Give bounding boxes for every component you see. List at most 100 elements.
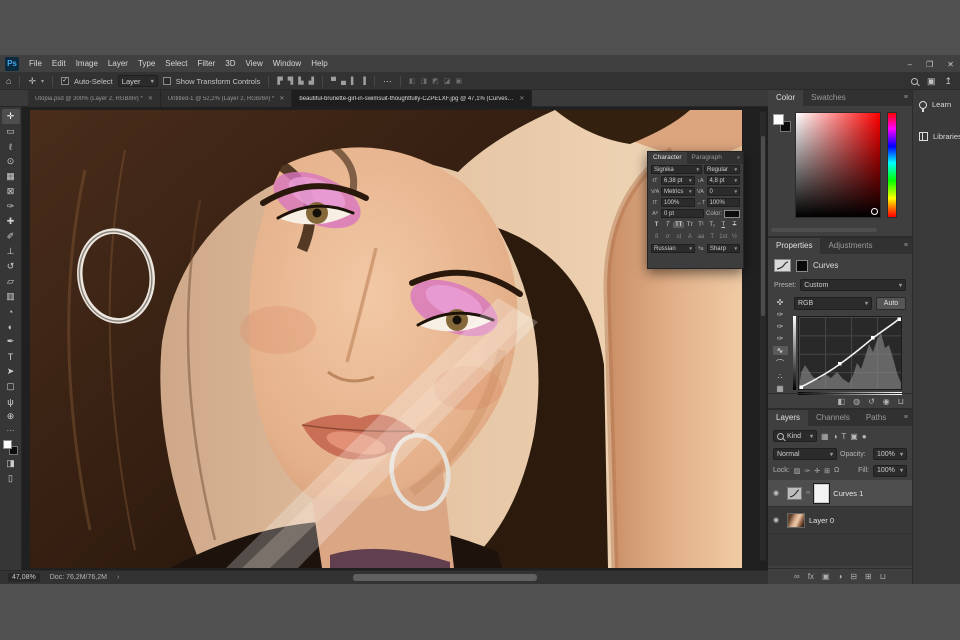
filter-pixel-layers-icon[interactable]: ▦: [821, 432, 829, 441]
curves-graph[interactable]: [798, 316, 902, 390]
delete-icon[interactable]: ⊔: [898, 397, 904, 406]
distribute-bottom-icon[interactable]: ▄: [341, 78, 346, 85]
auto-select-checkbox[interactable]: ✓: [61, 77, 69, 85]
tool-move[interactable]: ✛: [2, 109, 20, 124]
layer-mask-icon[interactable]: [796, 260, 808, 272]
filter-toggle-icon[interactable]: ●: [862, 432, 867, 441]
minimize-icon[interactable]: –: [908, 60, 912, 69]
kerning-field[interactable]: Metrics▾: [661, 187, 695, 196]
underline-button[interactable]: T: [718, 222, 729, 228]
titling-alternates-button[interactable]: T: [707, 234, 718, 240]
tool-hand[interactable]: ψ: [2, 394, 20, 409]
tool-brush[interactable]: ✐: [2, 229, 20, 244]
font-family-dropdown[interactable]: Signika▾: [651, 165, 702, 174]
menu-window[interactable]: Window: [268, 55, 306, 73]
lock-artboard-icon[interactable]: ⊞: [824, 467, 830, 475]
zoom-level-field[interactable]: 47,08%: [8, 573, 40, 582]
panel-menu-icon[interactable]: ≡: [737, 155, 740, 161]
vertical-scrollbar-thumb[interactable]: [761, 136, 765, 316]
auto-select-target-dropdown[interactable]: Layer▾: [118, 75, 158, 87]
channel-dropdown[interactable]: RGB▾: [794, 297, 872, 310]
panel-menu-icon[interactable]: ≡: [904, 94, 908, 101]
tool-type[interactable]: T: [2, 349, 20, 364]
tool-path-select[interactable]: ➤: [2, 364, 20, 379]
document-tab[interactable]: Utopia.psd @ 300% (Layer 2, RGB/8#) * ✕: [28, 90, 161, 107]
status-options-chevron-icon[interactable]: ›: [117, 574, 119, 581]
faux-italic-button[interactable]: T: [662, 222, 673, 228]
tool-gradient[interactable]: ▥: [2, 289, 20, 304]
rail-item-learn[interactable]: Learn: [919, 100, 951, 109]
foreground-color[interactable]: [773, 114, 784, 125]
rail-item-libraries[interactable]: Libraries: [919, 132, 960, 141]
anti-alias-dropdown[interactable]: Sharp▾: [707, 244, 740, 253]
tab-channels[interactable]: Channels: [808, 410, 858, 426]
3d-mode-icon[interactable]: ◨: [420, 77, 427, 85]
distribute-left-icon[interactable]: ▌: [351, 78, 356, 85]
tab-swatches[interactable]: Swatches: [803, 90, 854, 106]
align-right-icon[interactable]: ▙: [298, 77, 303, 85]
white-point-eyedropper-icon[interactable]: ✑: [773, 334, 788, 343]
tool-crop[interactable]: ▦: [2, 169, 20, 184]
gray-point-eyedropper-icon[interactable]: ✑: [773, 322, 788, 331]
foreground-background-swatch[interactable]: [773, 114, 795, 136]
edit-points-icon[interactable]: ∿: [773, 346, 788, 355]
small-caps-button[interactable]: Tт: [684, 222, 695, 228]
align-top-icon[interactable]: ▟: [309, 77, 314, 85]
curves-adjustment-thumbnail[interactable]: [787, 487, 802, 500]
foreground-color[interactable]: [3, 440, 12, 449]
tab-close-icon[interactable]: ✕: [279, 95, 284, 102]
distribute-right-icon[interactable]: ▐: [361, 78, 366, 85]
align-left-icon[interactable]: ▛: [277, 77, 282, 85]
hue-slider[interactable]: [887, 112, 897, 218]
workspace-icon[interactable]: ▣: [927, 73, 936, 90]
stylistic-alternates-button[interactable]: aa: [696, 234, 707, 240]
font-style-dropdown[interactable]: Regular▾: [704, 165, 740, 174]
reset-icon[interactable]: ↺: [868, 397, 875, 406]
blend-mode-dropdown[interactable]: Normal▾: [773, 448, 837, 460]
black-point-eyedropper-icon[interactable]: ✑: [773, 310, 788, 319]
menu-view[interactable]: View: [241, 55, 268, 73]
tool-pen[interactable]: ✒: [2, 334, 20, 349]
leading-field[interactable]: 4,8 pt▾: [707, 176, 741, 185]
tool-frame[interactable]: ⊠: [2, 184, 20, 199]
fractions-button[interactable]: ½: [729, 234, 740, 240]
visibility-eye-icon[interactable]: ◉: [883, 397, 890, 406]
color-panel-scrollbar[interactable]: [771, 228, 877, 232]
screen-mode-icon[interactable]: ▯: [2, 471, 20, 486]
filter-shape-layers-icon[interactable]: ▣: [850, 432, 858, 441]
auto-button[interactable]: Auto: [876, 297, 906, 310]
tool-blur[interactable]: ◔: [2, 304, 20, 319]
3d-mode-icon[interactable]: ◪: [444, 77, 451, 85]
lock-all-icon[interactable]: Ω: [834, 467, 839, 474]
layer-visibility-eye-icon[interactable]: ◉: [773, 489, 783, 497]
document-tab-active[interactable]: beautiful-brunette-girl-in-swimsuit-thou…: [292, 90, 532, 107]
menu-edit[interactable]: Edit: [47, 55, 71, 73]
portrait-photo[interactable]: [30, 110, 742, 568]
menu-3d[interactable]: 3D: [220, 55, 240, 73]
search-icon[interactable]: [911, 78, 918, 85]
menu-file[interactable]: File: [24, 55, 47, 73]
ordinals-button[interactable]: 1st: [718, 234, 729, 240]
delete-layer-icon[interactable]: ⊔: [880, 572, 886, 581]
tool-lasso[interactable]: ℓ: [2, 139, 20, 154]
show-transform-checkbox[interactable]: [163, 77, 171, 85]
tool-quick-select[interactable]: ⊙: [2, 154, 20, 169]
menu-help[interactable]: Help: [306, 55, 332, 73]
filter-adjustment-layers-icon[interactable]: ◑: [833, 432, 838, 441]
tab-layers[interactable]: Layers: [768, 410, 808, 426]
tracking-field[interactable]: 0▾: [707, 187, 741, 196]
superscript-button[interactable]: T¹: [696, 222, 707, 228]
layer-name[interactable]: Layer 0: [809, 516, 834, 525]
3d-mode-icon[interactable]: ◧: [409, 77, 416, 85]
menu-image[interactable]: Image: [71, 55, 103, 73]
text-color-swatch[interactable]: [724, 210, 740, 218]
fill-field[interactable]: 100%▾: [873, 465, 907, 477]
distribute-top-icon[interactable]: ▀: [331, 78, 336, 85]
tool-dodge[interactable]: ◐: [2, 319, 20, 334]
clip-to-layer-icon[interactable]: ◧: [838, 397, 846, 406]
baseline-shift-field[interactable]: 0 pt: [661, 209, 704, 218]
edit-toolbar-icon[interactable]: ⋯: [7, 426, 15, 435]
layer-mask-thumbnail[interactable]: [814, 484, 829, 503]
smooth-curve-icon[interactable]: ∴: [773, 372, 788, 381]
tab-color[interactable]: Color: [768, 90, 803, 106]
